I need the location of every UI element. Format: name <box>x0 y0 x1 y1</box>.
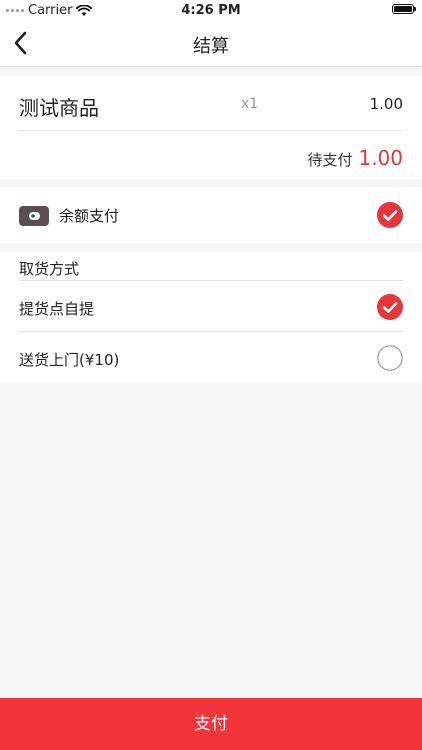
divider <box>19 280 403 281</box>
pay-button[interactable]: 支付 <box>0 698 422 750</box>
divider <box>19 130 403 131</box>
page-title: 结算 <box>193 36 229 57</box>
pending-payment: 待支付 1.00 <box>307 146 403 170</box>
unchecked-circle-icon[interactable] <box>377 345 403 371</box>
status-bar: Carrier 4:26 PM <box>0 0 422 20</box>
option-label: 提货点自提 <box>19 300 95 318</box>
check-circle-icon[interactable] <box>377 294 403 320</box>
pending-label: 待支付 <box>307 151 353 169</box>
divider <box>19 331 403 332</box>
product-name: 测试商品 <box>19 96 99 120</box>
navigation-bar: 结算 <box>0 20 422 67</box>
status-time: 4:26 PM <box>181 3 241 18</box>
balance-payment-row[interactable]: 余额支付 <box>0 187 422 243</box>
product-quantity: x1 <box>241 96 259 112</box>
wallet-icon <box>19 206 49 226</box>
pending-amount: 1.00 <box>358 146 403 170</box>
battery-icon <box>392 4 416 14</box>
check-circle-icon[interactable] <box>377 202 403 228</box>
option-label: 送货上门(¥10) <box>19 351 120 369</box>
order-summary-card: 测试商品 x1 1.00 待支付 1.00 <box>0 76 422 179</box>
pickup-method-card: 取货方式 提货点自提 送货上门(¥10) <box>0 252 422 382</box>
pickup-method-title: 取货方式 <box>19 260 80 278</box>
balance-payment-label: 余额支付 <box>59 207 120 225</box>
product-price: 1.00 <box>369 95 403 113</box>
